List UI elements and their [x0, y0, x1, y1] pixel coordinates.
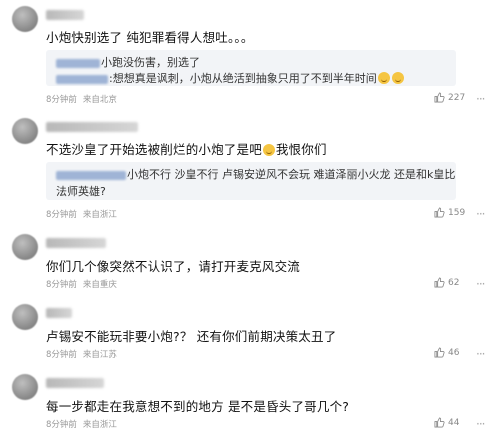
avatar[interactable] [12, 6, 38, 32]
comment-text: 卢锡安不能玩非要小炮?？ 还有你们前期决策太丑了 [46, 329, 337, 344]
laughing-emoji-icon [377, 72, 390, 84]
reply-box[interactable]: 小跑没伤害，别选了 :想想真是讽刺，小炮从绝活到抽象只用了不到半年时间 [46, 50, 456, 86]
username-redacted[interactable] [46, 378, 104, 388]
reply-line: 法师英雄? [56, 185, 106, 198]
avatar[interactable] [12, 118, 38, 144]
more-dots-icon[interactable]: ··· [476, 418, 486, 430]
laughing-emoji-icon [391, 72, 404, 84]
like-count: 46 [448, 347, 460, 358]
comment-meta: 8分钟前 来自江苏 [46, 348, 123, 360]
reply-line: 小跑没伤害，别选了 [56, 54, 200, 70]
like-count: 44 [448, 417, 460, 428]
comment-meta: 8分钟前 来自北京 [46, 93, 123, 105]
like-button[interactable]: 62 [434, 277, 459, 288]
reply-line: 小炮不行 沙皇不行 卢锡安逆风不会玩 难道泽丽小火龙 还是和k皇比 [56, 166, 455, 182]
username-redacted[interactable] [46, 238, 106, 248]
avatar[interactable] [12, 374, 38, 400]
comment-location: 来自北京 [82, 95, 117, 105]
username-redacted[interactable] [46, 308, 72, 318]
comment-time: 8分钟前 [46, 420, 77, 430]
thumbs-up-icon [434, 207, 445, 218]
thumbs-up-icon [434, 347, 445, 358]
laughing-emoji-icon [262, 144, 275, 156]
comment-time: 8分钟前 [46, 350, 77, 360]
more-dots-icon[interactable]: ··· [476, 348, 486, 360]
more-dots-icon[interactable]: ··· [476, 93, 486, 105]
username-redacted[interactable] [46, 10, 84, 20]
comment-text: 小炮快别选了 纯犯罪看得人想吐。。。 [46, 30, 254, 45]
comment-location: 来自浙江 [82, 420, 117, 430]
comment-location: 来自浙江 [82, 210, 117, 220]
avatar[interactable] [12, 234, 38, 260]
like-button[interactable]: 159 [434, 207, 465, 218]
comment-text: 每一步都走在我意想不到的地方 是不是昏头了哥几个? [46, 399, 350, 414]
like-button[interactable]: 227 [434, 92, 465, 103]
comment-location: 来自重庆 [82, 280, 117, 290]
comment-meta: 8分钟前 来自浙江 [46, 418, 123, 430]
reply-line: :想想真是讽刺，小炮从绝活到抽象只用了不到半年时间 [56, 70, 405, 86]
like-count: 227 [448, 92, 466, 103]
comment-time: 8分钟前 [46, 210, 77, 220]
thumbs-up-icon [434, 417, 445, 428]
thumbs-up-icon [434, 277, 445, 288]
thumbs-up-icon [434, 92, 445, 103]
comment-meta: 8分钟前 来自重庆 [46, 278, 123, 290]
like-count: 62 [448, 277, 460, 288]
reply-box[interactable]: 小炮不行 沙皇不行 卢锡安逆风不会玩 难道泽丽小火龙 还是和k皇比 法师英雄? [46, 162, 456, 200]
more-dots-icon[interactable]: ··· [476, 278, 486, 290]
comment-location: 来自江苏 [82, 350, 117, 360]
username-redacted[interactable] [46, 122, 138, 132]
more-dots-icon[interactable]: ··· [476, 208, 486, 220]
comment-text: 不选沙皇了开始选被削烂的小炮了是吧 我恨你们 [46, 142, 327, 157]
like-button[interactable]: 44 [434, 417, 459, 428]
avatar[interactable] [12, 304, 38, 330]
comment-text: 你们几个像突然不认识了，请打开麦克风交流 [46, 259, 301, 274]
like-count: 159 [448, 207, 466, 218]
like-button[interactable]: 46 [434, 347, 459, 358]
comment-meta: 8分钟前 来自浙江 [46, 208, 123, 220]
comment-time: 8分钟前 [46, 280, 77, 290]
comment-time: 8分钟前 [46, 95, 77, 105]
